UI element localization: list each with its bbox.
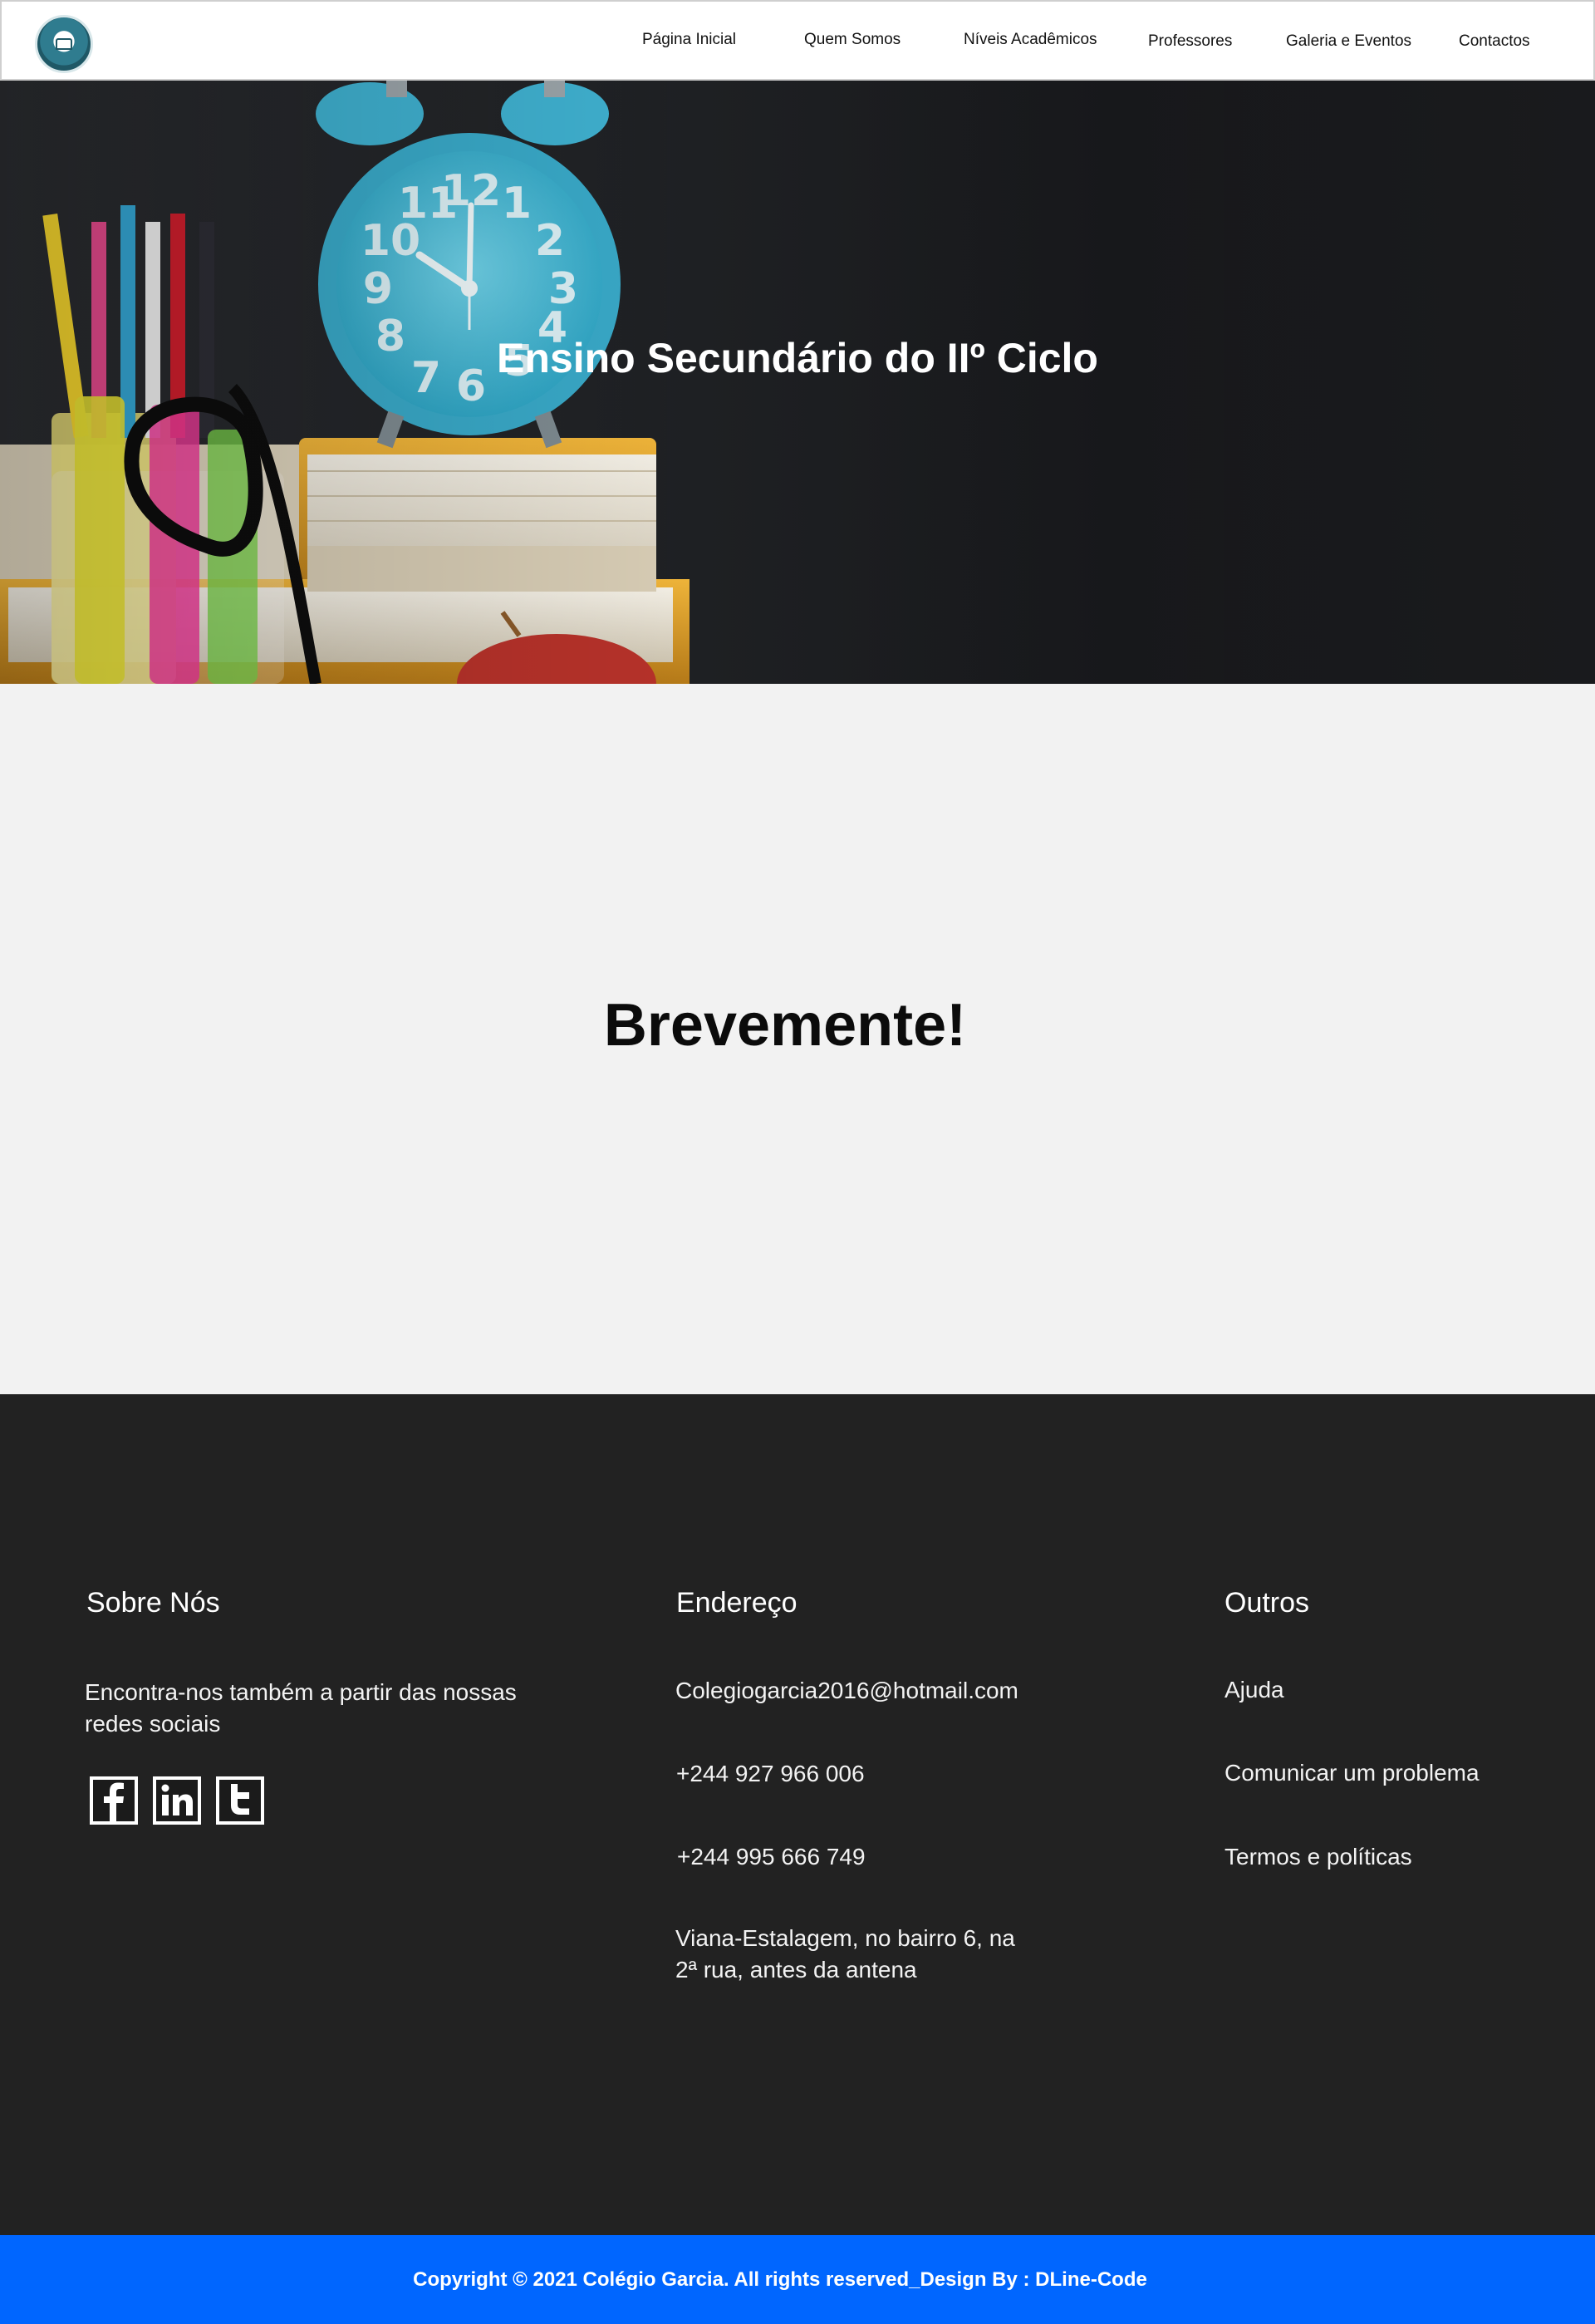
footer-address-heading: Endereço [676,1587,798,1619]
nav-item-professores[interactable]: Professores [1148,32,1232,51]
site-footer: Sobre Nós Encontra-nos também a partir d… [0,1394,1595,2235]
linkedin-icon[interactable] [153,1776,201,1825]
main-content: Brevemente! [0,684,1595,1394]
hero-background-image: 11 12 1 10 2 9 3 8 4 7 6 5 [0,81,1595,684]
footer-link-comunicar-problema[interactable]: Comunicar um problema [1224,1760,1480,1786]
social-links [90,1776,264,1825]
book-icon [56,38,72,50]
footer-link-ajuda[interactable]: Ajuda [1224,1677,1284,1703]
footer-about-heading: Sobre Nós [86,1587,220,1619]
footer-others-heading-wrap: Outros [1224,1587,1309,1619]
footer-phone-1[interactable]: +244 927 966 006 [676,1758,865,1790]
footer-phone-2[interactable]: +244 995 666 749 [677,1841,866,1873]
footer-address-heading-wrap: Endereço [676,1587,798,1619]
coming-soon-message: Brevemente! [603,992,967,1059]
footer-email[interactable]: Colegiogarcia2016@hotmail.com [675,1675,1018,1707]
copyright-text: Copyright © 2021 Colégio Garcia. All rig… [413,2267,1147,2291]
nav-item-pagina-inicial[interactable]: Página Inicial [642,31,736,49]
school-logo[interactable] [35,15,93,73]
top-navbar: Página Inicial Quem Somos Níveis Acadêmi… [0,0,1595,81]
nav-item-quem-somos[interactable]: Quem Somos [804,31,901,49]
hero-banner: 11 12 1 10 2 9 3 8 4 7 6 5 [0,81,1595,684]
footer-link-termos-politicas[interactable]: Termos e políticas [1224,1844,1412,1870]
copyright-bar: Copyright © 2021 Colégio Garcia. All rig… [0,2235,1595,2324]
nav-item-galeria-eventos[interactable]: Galeria e Eventos [1286,32,1411,51]
facebook-icon[interactable] [90,1776,138,1825]
twitter-icon[interactable] [216,1776,264,1825]
footer-location: Viana-Estalagem, no bairro 6, na 2ª rua,… [675,1925,1015,1983]
hero-title-text: Ensino Secundário do IIº Ciclo [497,335,1098,381]
nav-item-contactos[interactable]: Contactos [1459,32,1530,51]
footer-about-text: Encontra-nos também a partir das nossas … [85,1679,517,1737]
hero-title: Ensino Secundário do IIº Ciclo [0,334,1595,382]
footer-about-heading-wrap: Sobre Nós [86,1587,220,1619]
footer-others-heading: Outros [1224,1587,1310,1619]
nav-item-niveis-academicos[interactable]: Níveis Acadêmicos [964,31,1097,49]
